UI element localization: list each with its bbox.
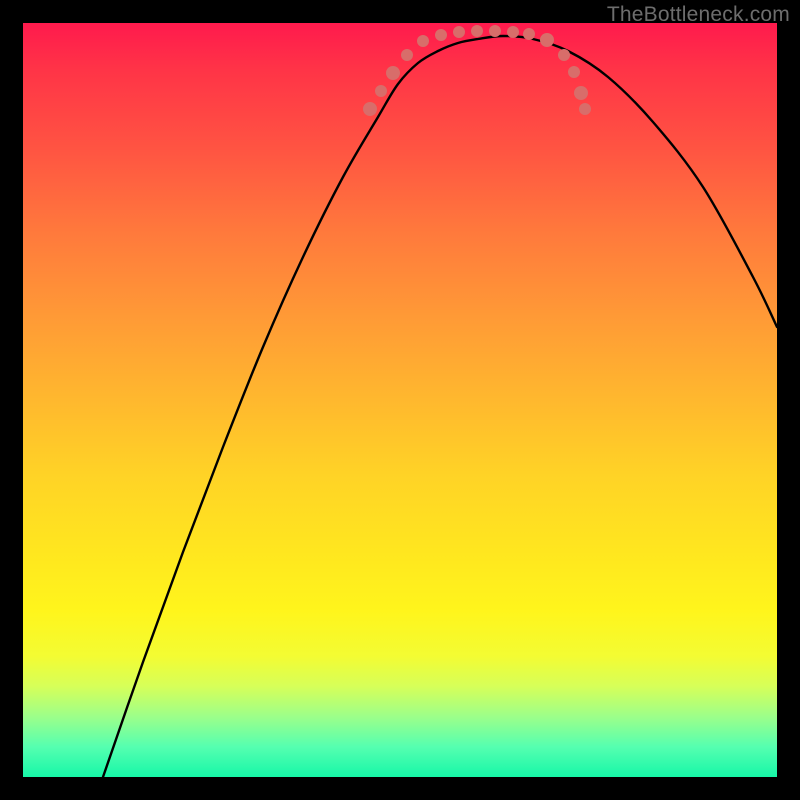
highlight-dot [574,86,588,100]
highlight-dot [489,25,501,37]
highlight-dot [540,33,554,47]
highlight-dot [375,85,387,97]
highlight-dot [579,103,591,115]
watermark-text: TheBottleneck.com [607,3,790,27]
highlight-dot [523,28,535,40]
highlight-dot [417,35,429,47]
highlight-dot [471,25,483,37]
highlight-dot [568,66,580,78]
highlight-dot [507,26,519,38]
highlight-dot [435,29,447,41]
highlight-dot [453,26,465,38]
bottleneck-curve [23,23,777,777]
highlight-dot [401,49,413,61]
highlight-dot [363,102,377,116]
chart-area [23,23,777,777]
highlight-dot [558,49,570,61]
highlight-dot [386,66,400,80]
